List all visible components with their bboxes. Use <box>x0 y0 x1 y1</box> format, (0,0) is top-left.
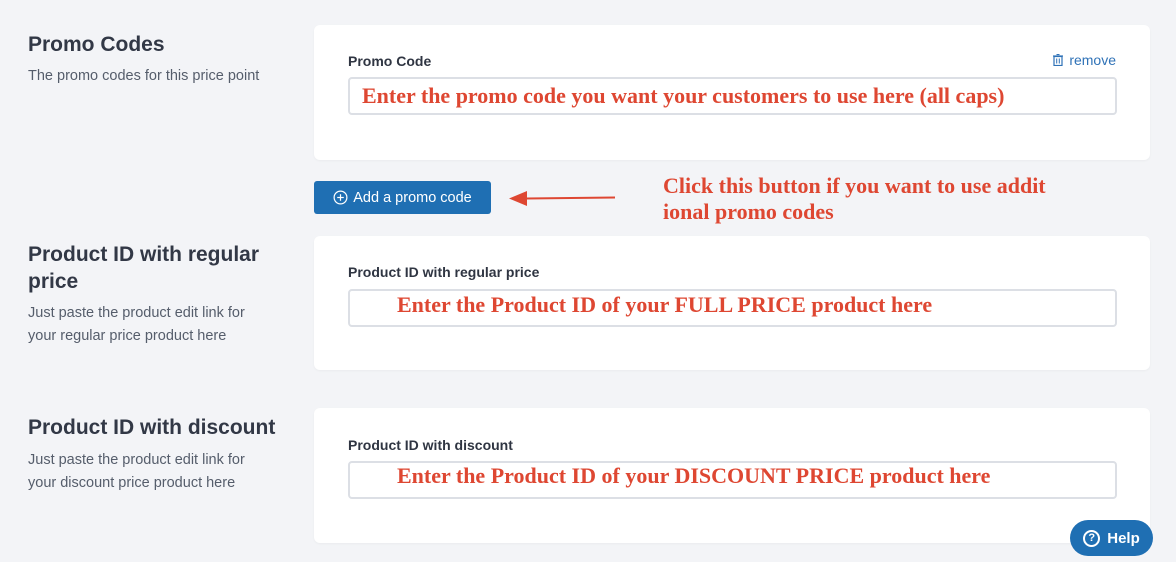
regular-price-card: Product ID with regular price Enter the … <box>314 236 1150 370</box>
discount-annotation: Enter the Product ID of your DISCOUNT PR… <box>397 463 991 488</box>
regular-price-title-line2: price <box>28 270 79 293</box>
regular-price-title-line1: Product ID with regular <box>28 243 260 266</box>
regular-price-label: Product ID with regular price <box>348 264 540 280</box>
regular-price-annotation: Enter the Product ID of your FULL PRICE … <box>397 292 933 317</box>
promo-codes-title: Promo Codes <box>28 33 165 56</box>
regular-price-description-line1: Just paste the product edit link for <box>28 305 245 321</box>
add-promo-code-button[interactable]: Add a promo code <box>314 181 491 214</box>
help-label: Help <box>1107 529 1140 547</box>
discount-card: Product ID with discount Enter the Produ… <box>314 408 1150 543</box>
remove-label: remove <box>1069 52 1116 68</box>
discount-label: Product ID with discount <box>348 437 513 453</box>
promo-codes-description: The promo codes for this price point <box>28 68 260 84</box>
discount-description-line2: your discount price product here <box>28 475 236 491</box>
annotation-arrow <box>509 191 615 206</box>
help-button[interactable]: ? Help <box>1070 520 1153 556</box>
remove-promo-link[interactable]: remove <box>1053 52 1116 68</box>
regular-price-description-line2: your regular price product here <box>28 328 227 344</box>
discount-description-line1: Just paste the product edit link for <box>28 452 245 468</box>
promo-code-card: Promo Code remove Enter the promo code y… <box>314 25 1150 160</box>
add-button-annotation-line1: Click this button if you want to use add… <box>663 173 1046 198</box>
trash-icon <box>1053 54 1064 66</box>
promo-code-annotation: Enter the promo code you want your custo… <box>362 83 1005 108</box>
discount-title: Product ID with discount <box>28 416 276 439</box>
promo-code-label: Promo Code <box>348 53 432 69</box>
add-button-annotation-line2: ional promo codes <box>663 199 834 224</box>
plus-circle-icon <box>333 190 348 205</box>
add-promo-code-label: Add a promo code <box>353 189 472 206</box>
question-circle-icon: ? <box>1083 529 1101 547</box>
